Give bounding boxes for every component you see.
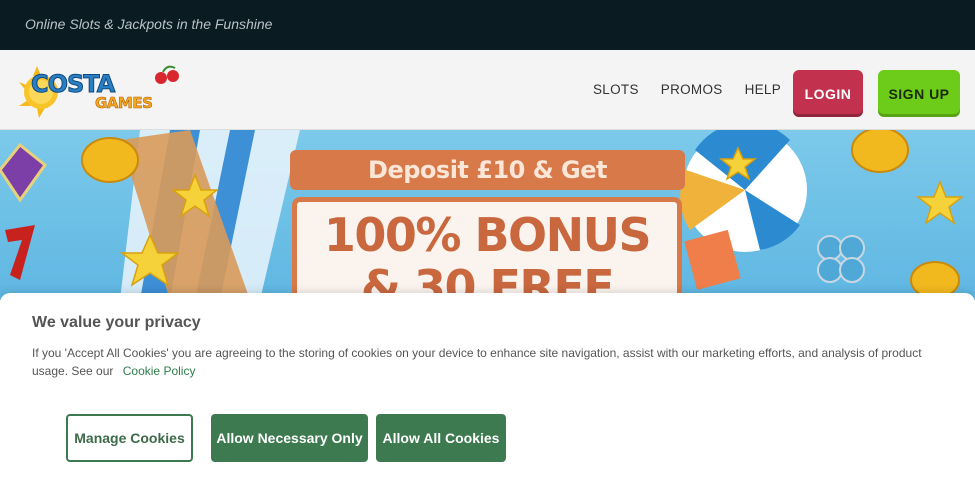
- promo-bonus-text: 100% BONUS: [323, 208, 652, 262]
- manage-cookies-button[interactable]: Manage Cookies: [66, 414, 193, 462]
- nav-item-slots[interactable]: SLOTS: [593, 82, 639, 97]
- signup-button[interactable]: SIGN UP: [878, 70, 960, 117]
- site-tagline: Online Slots & Jackpots in the Funshine: [25, 16, 273, 32]
- cookie-consent-dialog: We value your privacy If you 'Accept All…: [0, 293, 975, 482]
- site-logo[interactable]: COSTA GAMES: [15, 62, 185, 120]
- site-header: COSTA GAMES SLOTS PROMOS HELP LOGIN SIGN…: [0, 50, 975, 130]
- nav-item-help[interactable]: HELP: [745, 82, 781, 97]
- cookie-title: We value your privacy: [32, 314, 201, 331]
- allow-necessary-button[interactable]: Allow Necessary Only: [211, 414, 368, 462]
- hero-banner[interactable]: Deposit £10 & Get 100% BONUS & 30 FREE S…: [0, 130, 975, 300]
- top-strip: Online Slots & Jackpots in the Funshine: [0, 0, 975, 50]
- cookie-description: If you 'Accept All Cookies' you are agre…: [32, 344, 937, 380]
- seven-icon: [5, 225, 35, 280]
- login-button[interactable]: LOGIN: [793, 70, 863, 117]
- gem-icon: [0, 142, 48, 203]
- clover-icon: [817, 235, 865, 283]
- allow-all-cookies-button[interactable]: Allow All Cookies: [376, 414, 506, 462]
- beach-ball-icon: [680, 130, 807, 252]
- cookie-policy-link[interactable]: Cookie Policy: [123, 364, 196, 378]
- nav-item-promos[interactable]: PROMOS: [661, 82, 723, 97]
- logo-text-games: GAMES: [95, 94, 154, 113]
- main-nav: SLOTS PROMOS HELP: [593, 82, 803, 97]
- cherry-icon: [155, 65, 179, 84]
- promo-offer-box: 100% BONUS & 30 FREE SPINS: [292, 197, 682, 300]
- promo-headline: Deposit £10 & Get: [290, 150, 685, 190]
